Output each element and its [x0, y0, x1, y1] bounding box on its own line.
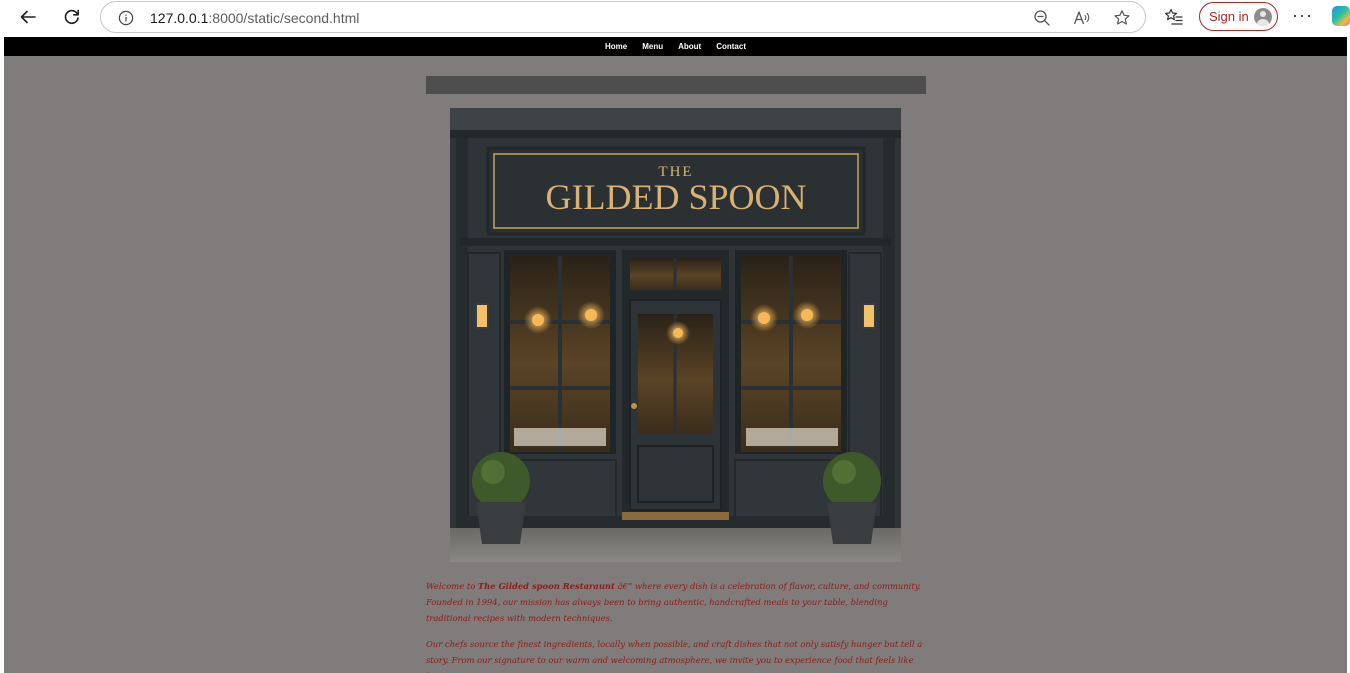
address-bar[interactable]: 127.0.0.1:8000/static/second.html — [100, 1, 1146, 33]
url-host: 127.0.0.1 — [150, 10, 209, 26]
site-navbar: Home Menu About Contact — [4, 37, 1347, 56]
restaurant-storefront-image: THE GILDED SPOON — [450, 108, 901, 562]
intro-content: Welcome to The Gilded spoon Restaraunt â… — [426, 578, 934, 673]
sign-text-name: GILDED SPOON — [546, 177, 807, 217]
nav-link-about[interactable]: About — [678, 42, 701, 51]
sign-in-label: Sign in — [1209, 9, 1249, 24]
copilot-icon[interactable] — [1332, 6, 1350, 26]
back-arrow-icon — [20, 10, 36, 24]
sign-in-button[interactable]: Sign in — [1199, 2, 1278, 31]
site-info-icon[interactable] — [118, 10, 134, 26]
profile-avatar-icon — [1254, 8, 1272, 26]
nav-link-menu[interactable]: Menu — [642, 42, 663, 51]
second-paragraph: Our chefs source the finest ingredients,… — [426, 639, 923, 673]
page-viewport: Home Menu About Contact THE GILDED SPOON… — [4, 37, 1347, 673]
more-options-icon[interactable]: ··· — [1292, 6, 1312, 26]
favorite-star-icon[interactable] — [1113, 9, 1131, 27]
browser-toolbar: 127.0.0.1:8000/static/second.html Sign i… — [0, 0, 1350, 37]
read-aloud-icon[interactable] — [1073, 9, 1091, 27]
header-banner — [426, 76, 926, 94]
restaurant-name: The Gilded spoon Restaraunt — [477, 581, 615, 591]
intro-paragraph: Welcome to The Gilded spoon Restaraunt â… — [426, 578, 934, 626]
reload-icon — [64, 9, 79, 24]
intro-prefix: Welcome to — [426, 581, 478, 591]
url-path: :8000/static/second.html — [208, 10, 360, 26]
zoom-out-icon[interactable] — [1033, 9, 1051, 27]
reload-button[interactable] — [58, 4, 86, 30]
back-button[interactable] — [14, 4, 42, 30]
nav-link-home[interactable]: Home — [605, 42, 627, 51]
favorites-icon[interactable] — [1164, 7, 1184, 27]
nav-link-contact[interactable]: Contact — [716, 42, 746, 51]
url-text[interactable]: 127.0.0.1:8000/static/second.html — [150, 10, 359, 26]
